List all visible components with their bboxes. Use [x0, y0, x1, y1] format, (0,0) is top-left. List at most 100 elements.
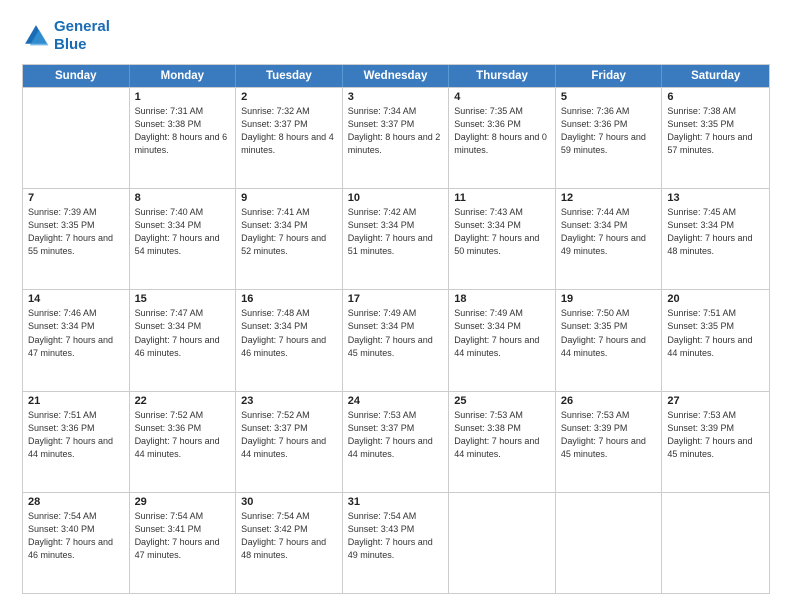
cell-date: 26 [561, 395, 657, 407]
cell-date: 31 [348, 496, 444, 508]
cell-info: Sunrise: 7:53 AMSunset: 3:39 PMDaylight:… [667, 409, 764, 461]
cell-info: Sunrise: 7:34 AMSunset: 3:37 PMDaylight:… [348, 105, 444, 157]
cell-date: 19 [561, 293, 657, 305]
cell-date: 22 [135, 395, 231, 407]
calendar: SundayMondayTuesdayWednesdayThursdayFrid… [22, 64, 770, 594]
calendar-cell: 26 Sunrise: 7:53 AMSunset: 3:39 PMDayligh… [556, 392, 663, 492]
calendar-cell: 4 Sunrise: 7:35 AMSunset: 3:36 PMDaylight… [449, 88, 556, 188]
calendar-cell: 7 Sunrise: 7:39 AMSunset: 3:35 PMDaylight… [23, 189, 130, 289]
cell-info: Sunrise: 7:54 AMSunset: 3:41 PMDaylight:… [135, 510, 231, 562]
cell-date: 14 [28, 293, 124, 305]
calendar-week-4: 28 Sunrise: 7:54 AMSunset: 3:40 PMDayligh… [23, 492, 769, 593]
calendar-cell: 5 Sunrise: 7:36 AMSunset: 3:36 PMDaylight… [556, 88, 663, 188]
calendar-cell [23, 88, 130, 188]
cell-info: Sunrise: 7:43 AMSunset: 3:34 PMDaylight:… [454, 206, 550, 258]
calendar-cell: 29Sunrise: 7:54 AMSunset: 3:41 PMDayligh… [130, 493, 237, 593]
cell-info: Sunrise: 7:39 AMSunset: 3:35 PMDaylight:… [28, 206, 124, 258]
cell-info: Sunrise: 7:46 AMSunset: 3:34 PMDaylight:… [28, 307, 124, 359]
header-day-tuesday: Tuesday [236, 65, 343, 87]
calendar-cell: 18 Sunrise: 7:49 AMSunset: 3:34 PMDayligh… [449, 290, 556, 390]
page: General Blue SundayMondayTuesdayWednesda… [0, 0, 792, 612]
cell-date: 17 [348, 293, 444, 305]
calendar-cell: 31 Sunrise: 7:54 AMSunset: 3:43 PMDayligh… [343, 493, 450, 593]
cell-info: Sunrise: 7:32 AMSunset: 3:37 PMDaylight:… [241, 105, 337, 157]
header-day-friday: Friday [556, 65, 663, 87]
cell-date: 6 [667, 91, 764, 103]
cell-info: Sunrise: 7:31 AMSunset: 3:38 PMDaylight:… [135, 105, 231, 157]
calendar-week-2: 14 Sunrise: 7:46 AMSunset: 3:34 PMDayligh… [23, 289, 769, 390]
calendar-cell: 14 Sunrise: 7:46 AMSunset: 3:34 PMDayligh… [23, 290, 130, 390]
cell-info: Sunrise: 7:41 AMSunset: 3:34 PMDaylight:… [241, 206, 337, 258]
cell-info: Sunrise: 7:45 AMSunset: 3:34 PMDaylight:… [667, 206, 764, 258]
cell-date: 4 [454, 91, 550, 103]
cell-info: Sunrise: 7:49 AMSunset: 3:34 PMDaylight:… [348, 307, 444, 359]
calendar-cell: 6 Sunrise: 7:38 AMSunset: 3:35 PMDaylight… [662, 88, 769, 188]
calendar-cell: 9 Sunrise: 7:41 AMSunset: 3:34 PMDaylight… [236, 189, 343, 289]
cell-info: Sunrise: 7:54 AMSunset: 3:40 PMDaylight:… [28, 510, 124, 562]
cell-date: 30 [241, 496, 337, 508]
calendar-cell: 8 Sunrise: 7:40 AMSunset: 3:34 PMDaylight… [130, 189, 237, 289]
cell-info: Sunrise: 7:54 AMSunset: 3:43 PMDaylight:… [348, 510, 444, 562]
cell-date: 3 [348, 91, 444, 103]
calendar-cell: 17 Sunrise: 7:49 AMSunset: 3:34 PMDayligh… [343, 290, 450, 390]
calendar-cell: 23 Sunrise: 7:52 AMSunset: 3:37 PMDayligh… [236, 392, 343, 492]
calendar-cell: 19 Sunrise: 7:50 AMSunset: 3:35 PMDayligh… [556, 290, 663, 390]
cell-date: 11 [454, 192, 550, 204]
header-day-wednesday: Wednesday [343, 65, 450, 87]
calendar-cell: 25Sunrise: 7:53 AMSunset: 3:38 PMDayligh… [449, 392, 556, 492]
calendar-header: SundayMondayTuesdayWednesdayThursdayFrid… [23, 65, 769, 87]
cell-info: Sunrise: 7:36 AMSunset: 3:36 PMDaylight:… [561, 105, 657, 157]
calendar-cell: 24Sunrise: 7:53 AMSunset: 3:37 PMDayligh… [343, 392, 450, 492]
cell-date: 2 [241, 91, 337, 103]
calendar-cell: 16 Sunrise: 7:48 AMSunset: 3:34 PMDayligh… [236, 290, 343, 390]
cell-info: Sunrise: 7:52 AMSunset: 3:37 PMDaylight:… [241, 409, 337, 461]
cell-date: 1 [135, 91, 231, 103]
cell-info: Sunrise: 7:51 AMSunset: 3:36 PMDaylight:… [28, 409, 124, 461]
cell-info: Sunrise: 7:35 AMSunset: 3:36 PMDaylight:… [454, 105, 550, 157]
cell-date: 18 [454, 293, 550, 305]
cell-info: Sunrise: 7:38 AMSunset: 3:35 PMDaylight:… [667, 105, 764, 157]
calendar-cell: 15Sunrise: 7:47 AMSunset: 3:34 PMDayligh… [130, 290, 237, 390]
cell-info: Sunrise: 7:53 AMSunset: 3:39 PMDaylight:… [561, 409, 657, 461]
header-day-sunday: Sunday [23, 65, 130, 87]
calendar-cell: 10Sunrise: 7:42 AMSunset: 3:34 PMDayligh… [343, 189, 450, 289]
calendar-cell: 3 Sunrise: 7:34 AMSunset: 3:37 PMDaylight… [343, 88, 450, 188]
calendar-cell: 22Sunrise: 7:52 AMSunset: 3:36 PMDayligh… [130, 392, 237, 492]
cell-info: Sunrise: 7:50 AMSunset: 3:35 PMDaylight:… [561, 307, 657, 359]
cell-info: Sunrise: 7:44 AMSunset: 3:34 PMDaylight:… [561, 206, 657, 258]
calendar-cell: 21 Sunrise: 7:51 AMSunset: 3:36 PMDayligh… [23, 392, 130, 492]
calendar-cell: 28 Sunrise: 7:54 AMSunset: 3:40 PMDayligh… [23, 493, 130, 593]
cell-info: Sunrise: 7:48 AMSunset: 3:34 PMDaylight:… [241, 307, 337, 359]
cell-date: 21 [28, 395, 124, 407]
cell-info: Sunrise: 7:49 AMSunset: 3:34 PMDaylight:… [454, 307, 550, 359]
calendar-cell [662, 493, 769, 593]
calendar-body: 1 Sunrise: 7:31 AMSunset: 3:38 PMDaylight… [23, 87, 769, 593]
calendar-cell: 1 Sunrise: 7:31 AMSunset: 3:38 PMDaylight… [130, 88, 237, 188]
cell-info: Sunrise: 7:53 AMSunset: 3:38 PMDaylight:… [454, 409, 550, 461]
cell-info: Sunrise: 7:54 AMSunset: 3:42 PMDaylight:… [241, 510, 337, 562]
cell-info: Sunrise: 7:53 AMSunset: 3:37 PMDaylight:… [348, 409, 444, 461]
calendar-cell: 20Sunrise: 7:51 AMSunset: 3:35 PMDayligh… [662, 290, 769, 390]
cell-date: 7 [28, 192, 124, 204]
header-day-saturday: Saturday [662, 65, 769, 87]
cell-date: 9 [241, 192, 337, 204]
cell-date: 28 [28, 496, 124, 508]
cell-date: 5 [561, 91, 657, 103]
calendar-cell [449, 493, 556, 593]
calendar-cell: 2 Sunrise: 7:32 AMSunset: 3:37 PMDaylight… [236, 88, 343, 188]
cell-date: 12 [561, 192, 657, 204]
calendar-cell: 13Sunrise: 7:45 AMSunset: 3:34 PMDayligh… [662, 189, 769, 289]
cell-date: 27 [667, 395, 764, 407]
cell-date: 15 [135, 293, 231, 305]
cell-info: Sunrise: 7:40 AMSunset: 3:34 PMDaylight:… [135, 206, 231, 258]
cell-date: 16 [241, 293, 337, 305]
cell-date: 8 [135, 192, 231, 204]
cell-date: 23 [241, 395, 337, 407]
header-day-thursday: Thursday [449, 65, 556, 87]
calendar-week-0: 1 Sunrise: 7:31 AMSunset: 3:38 PMDaylight… [23, 87, 769, 188]
cell-date: 10 [348, 192, 444, 204]
calendar-cell [556, 493, 663, 593]
logo: General Blue [22, 18, 110, 54]
calendar-cell: 12 Sunrise: 7:44 AMSunset: 3:34 PMDayligh… [556, 189, 663, 289]
calendar-cell: 27 Sunrise: 7:53 AMSunset: 3:39 PMDayligh… [662, 392, 769, 492]
